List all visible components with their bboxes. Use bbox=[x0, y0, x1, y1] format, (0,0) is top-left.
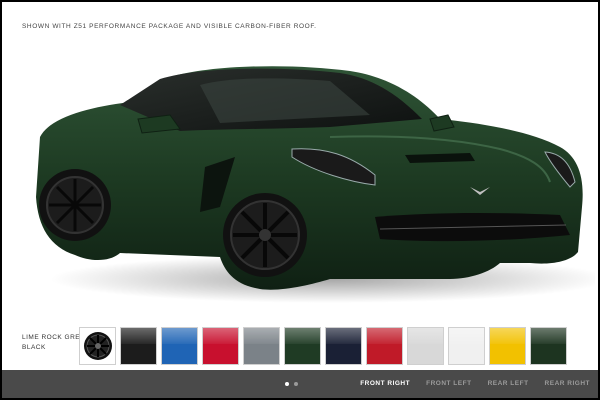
color-swatch-gray[interactable] bbox=[243, 327, 280, 365]
swatch-shine bbox=[531, 328, 566, 345]
swatch-shine bbox=[326, 328, 361, 345]
pagination-dots bbox=[285, 382, 298, 386]
color-swatch-black[interactable] bbox=[120, 327, 157, 365]
view-tab-front-right[interactable]: FRONT RIGHT bbox=[360, 380, 410, 387]
color-swatch-navy[interactable] bbox=[325, 327, 362, 365]
car-illustration bbox=[36, 66, 595, 303]
swatch-shine bbox=[121, 328, 156, 345]
color-swatch-lime-rock-green[interactable] bbox=[530, 327, 567, 365]
wheel-option[interactable] bbox=[79, 327, 116, 365]
swatch-shine bbox=[449, 328, 484, 345]
color-swatch-yellow[interactable] bbox=[489, 327, 526, 365]
swatch-shine bbox=[285, 328, 320, 345]
swatch-shine bbox=[408, 328, 443, 345]
swatch-shine bbox=[203, 328, 238, 345]
view-tab-rear-left[interactable]: REAR LEFT bbox=[488, 380, 529, 387]
color-swatches bbox=[79, 327, 567, 365]
wheel-icon bbox=[83, 332, 112, 360]
view-tab-front-left[interactable]: FRONT LEFT bbox=[426, 380, 471, 387]
pagination-dot[interactable] bbox=[294, 382, 298, 386]
color-swatch-green[interactable] bbox=[284, 327, 321, 365]
car-image bbox=[30, 57, 595, 307]
pagination-dot[interactable] bbox=[285, 382, 289, 386]
package-caption: SHOWN WITH Z51 PERFORMANCE PACKAGE AND V… bbox=[22, 23, 317, 30]
swatch-shine bbox=[367, 328, 402, 345]
color-swatch-crimson[interactable] bbox=[366, 327, 403, 365]
swatch-shine bbox=[244, 328, 279, 345]
view-angle-tabs: FRONT RIGHT FRONT LEFT REAR LEFT REAR RIGHT bbox=[360, 380, 590, 387]
visualizer-frame: SHOWN WITH Z51 PERFORMANCE PACKAGE AND V… bbox=[2, 2, 598, 398]
color-swatch-white[interactable] bbox=[448, 327, 485, 365]
color-swatch-silver[interactable] bbox=[407, 327, 444, 365]
color-swatch-red[interactable] bbox=[202, 327, 239, 365]
view-bar: FRONT RIGHT FRONT LEFT REAR LEFT REAR RIGHT bbox=[2, 370, 598, 398]
view-tab-rear-right[interactable]: REAR RIGHT bbox=[545, 380, 590, 387]
swatch-shine bbox=[162, 328, 197, 345]
color-swatch-blue[interactable] bbox=[161, 327, 198, 365]
swatch-shine bbox=[490, 328, 525, 345]
